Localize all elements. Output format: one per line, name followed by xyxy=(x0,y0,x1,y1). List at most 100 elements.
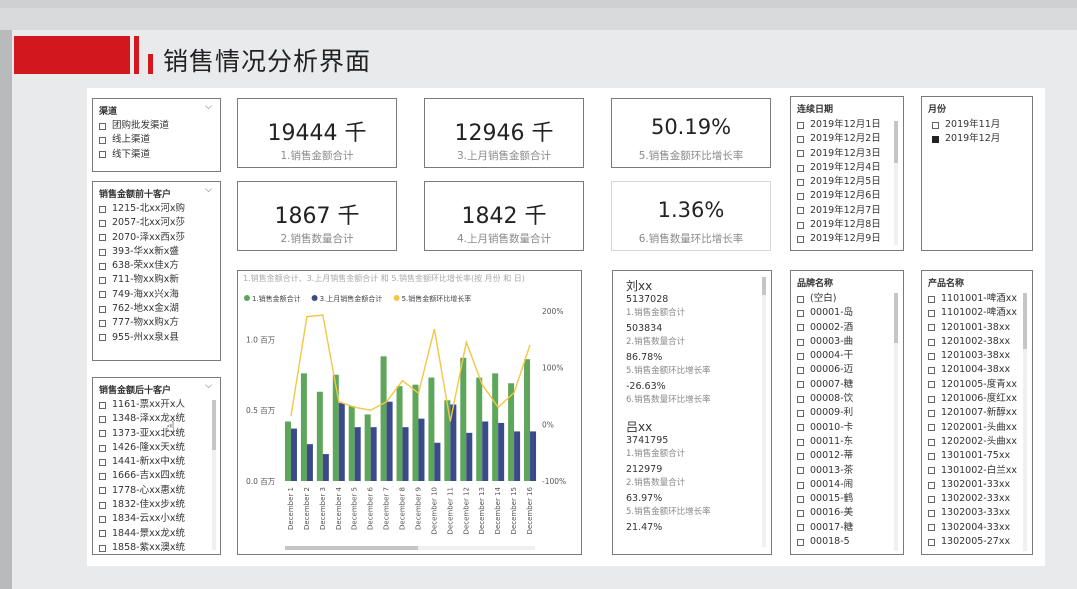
checkbox[interactable] xyxy=(99,151,106,159)
checkbox[interactable] xyxy=(928,438,935,446)
checkbox[interactable] xyxy=(99,458,106,466)
slicer-item[interactable]: 00006-迈 xyxy=(797,363,853,377)
slicer-item[interactable]: 00016-美 xyxy=(797,506,853,520)
slicer-item[interactable]: 1441-新xx中x统 xyxy=(99,455,185,469)
slicer-item[interactable]: 1832-佳xx步x统 xyxy=(99,498,185,512)
slicer-item[interactable]: 2019年11月 xyxy=(932,118,1000,132)
checkbox[interactable] xyxy=(99,430,106,438)
slicer-item[interactable]: 00001-岛 xyxy=(797,306,853,320)
checkbox[interactable] xyxy=(797,452,804,460)
checkbox[interactable] xyxy=(99,122,106,130)
checkbox[interactable] xyxy=(797,121,804,129)
slicer-item[interactable]: 1426-隆xx天x统 xyxy=(99,441,185,455)
checkbox[interactable] xyxy=(928,352,935,360)
checkbox[interactable] xyxy=(928,481,935,489)
scrollbar-track[interactable] xyxy=(762,277,766,547)
checkbox[interactable] xyxy=(928,295,935,303)
checkbox[interactable] xyxy=(928,410,935,418)
slicer-item[interactable]: 00010-卡 xyxy=(797,421,853,435)
checkbox[interactable] xyxy=(928,467,935,475)
slicer-item[interactable]: 2019年12月 xyxy=(932,132,1000,146)
checkbox[interactable] xyxy=(797,495,804,503)
checkbox[interactable] xyxy=(99,487,106,495)
slicer-item[interactable]: 2070-泽xx西x莎 xyxy=(99,231,185,245)
slicer-item[interactable]: 00014-闹 xyxy=(797,478,853,492)
slicer-item[interactable]: 00007-糖 xyxy=(797,378,853,392)
slicer-item[interactable]: 955-州xx泉x县 xyxy=(99,331,185,345)
slicer-item[interactable]: 00018-5 xyxy=(797,535,853,549)
chevron-down-icon[interactable]: ⌵ xyxy=(205,102,212,112)
slicer-item[interactable]: 1101002-啤酒xx xyxy=(928,306,1017,320)
checkbox[interactable] xyxy=(99,248,106,256)
slicer-item[interactable]: 1201001-38xx xyxy=(928,321,1017,335)
slicer-item[interactable]: 00009-利 xyxy=(797,406,853,420)
slicer-item[interactable]: 00004-干 xyxy=(797,349,853,363)
checkbox[interactable] xyxy=(797,352,804,360)
slicer-item[interactable]: 2019年12月9日 xyxy=(797,232,881,246)
slicer-item[interactable]: 00015-鹤 xyxy=(797,492,853,506)
checkbox[interactable] xyxy=(797,481,804,489)
slicer-item[interactable]: 638-荣xx佳x方 xyxy=(99,259,185,273)
slicer-item[interactable]: 393-华xx新x盛 xyxy=(99,245,185,259)
slicer-item[interactable]: 2019年12月8日 xyxy=(797,218,881,232)
slicer-item[interactable]: 711-物xx购x新 xyxy=(99,273,185,287)
slicer-item[interactable]: 762-地xx金x湖 xyxy=(99,302,185,316)
slicer-item[interactable]: 2019年12月3日 xyxy=(797,147,881,161)
slicer-item[interactable]: 2019年12月1日 xyxy=(797,118,881,132)
slicer-item[interactable]: 749-海xx兴x海 xyxy=(99,288,185,302)
slicer-item[interactable]: 00011-东 xyxy=(797,435,853,449)
checkbox[interactable] xyxy=(797,309,804,317)
slicer-item[interactable]: 1302005-27xx xyxy=(928,535,1017,549)
slicer-item[interactable]: 1302003-33xx xyxy=(928,506,1017,520)
checkbox[interactable] xyxy=(99,234,106,242)
checkbox[interactable] xyxy=(99,473,106,481)
slicer-item[interactable]: 1201006-度红xx xyxy=(928,392,1017,406)
slicer-item[interactable]: 00012-蒂 xyxy=(797,449,853,463)
checkbox[interactable] xyxy=(928,538,935,546)
checkbox[interactable] xyxy=(99,262,106,270)
checkbox[interactable] xyxy=(99,219,106,227)
checkbox[interactable] xyxy=(797,164,804,172)
checkbox[interactable] xyxy=(797,150,804,158)
slicer-item[interactable]: 1666-吉xx四x统 xyxy=(99,469,185,483)
slicer-item[interactable]: 1201007-新醇xx xyxy=(928,406,1017,420)
slicer-item[interactable]: 00008-饮 xyxy=(797,392,853,406)
checkbox[interactable] xyxy=(928,309,935,317)
checkbox[interactable] xyxy=(99,530,106,538)
checkbox[interactable] xyxy=(928,452,935,460)
slicer-item[interactable]: 1301001-75xx xyxy=(928,449,1017,463)
checkbox[interactable] xyxy=(99,320,106,328)
slicer-item[interactable]: 1834-云xx小x统 xyxy=(99,512,185,526)
checkbox[interactable] xyxy=(797,424,804,432)
checkbox[interactable] xyxy=(99,516,106,524)
slicer-item[interactable]: 1215-北xx河x购 xyxy=(99,202,185,216)
checkbox[interactable] xyxy=(932,121,939,129)
checkbox[interactable] xyxy=(928,424,935,432)
slicer-item[interactable]: 00003-曲 xyxy=(797,335,853,349)
slicer-item[interactable]: 00017-糖 xyxy=(797,521,853,535)
slicer-item[interactable]: 1778-心xx惠x统 xyxy=(99,484,185,498)
slicer-item[interactable]: 线下渠道 xyxy=(99,148,169,162)
scrollbar-thumb[interactable] xyxy=(894,121,898,163)
checkbox[interactable] xyxy=(797,193,804,201)
chart-scrollbar-thumb[interactable] xyxy=(285,546,418,550)
slicer-item[interactable]: 团购批发渠道 xyxy=(99,119,169,133)
slicer-item[interactable]: 1302002-33xx xyxy=(928,492,1017,506)
checkbox[interactable] xyxy=(797,135,804,143)
chevron-down-icon[interactable]: ⌵ xyxy=(205,185,212,195)
checkbox[interactable] xyxy=(99,305,106,313)
checkbox[interactable] xyxy=(928,324,935,332)
scrollbar-thumb[interactable] xyxy=(762,277,766,295)
slicer-item[interactable]: (空白) xyxy=(797,292,853,306)
slicer-item[interactable]: 00002-酒 xyxy=(797,321,853,335)
slicer-item[interactable]: 1844-景xx龙x统 xyxy=(99,527,185,541)
slicer-item[interactable]: 1302001-33xx xyxy=(928,478,1017,492)
slicer-item[interactable]: 1202002-头曲xx xyxy=(928,435,1017,449)
scrollbar-thumb[interactable] xyxy=(212,400,216,450)
slicer-item[interactable]: 1302004-33xx xyxy=(928,521,1017,535)
slicer-item[interactable]: 2019年12月2日 xyxy=(797,132,881,146)
checkbox[interactable] xyxy=(928,510,935,518)
checkbox[interactable] xyxy=(928,367,935,375)
slicer-item[interactable]: 线上渠道 xyxy=(99,133,169,147)
checkbox[interactable] xyxy=(99,401,106,409)
